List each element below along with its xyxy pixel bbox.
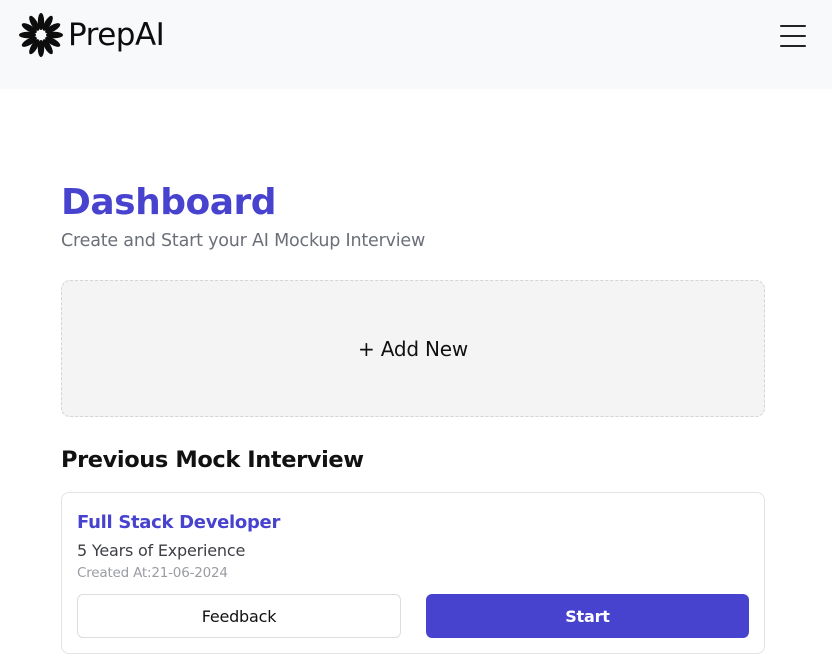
sunburst-logo-icon [19, 13, 63, 57]
logo[interactable]: PrepAI [18, 12, 165, 58]
menu-bar [780, 35, 806, 37]
interview-role: Full Stack Developer [77, 512, 281, 533]
interview-card: Full Stack Developer 5 Years of Experien… [61, 492, 765, 654]
interview-created-date: Created At:21-06-2024 [77, 565, 228, 581]
logo-text: PrepAI [68, 17, 165, 53]
page-title: Dashboard [61, 182, 277, 223]
feedback-button[interactable]: Feedback [77, 594, 401, 638]
app-header: PrepAI [0, 0, 832, 89]
previous-interviews-heading: Previous Mock Interview [61, 447, 364, 473]
menu-bar [780, 25, 806, 27]
interview-experience: 5 Years of Experience [77, 541, 246, 560]
page-subtitle: Create and Start your AI Mockup Intervie… [61, 231, 426, 251]
add-new-interview-button[interactable]: + Add New [61, 280, 765, 417]
add-new-label: + Add New [357, 336, 469, 361]
menu-bar [780, 45, 806, 47]
start-button[interactable]: Start [426, 594, 749, 638]
hamburger-menu-icon[interactable] [778, 22, 808, 50]
